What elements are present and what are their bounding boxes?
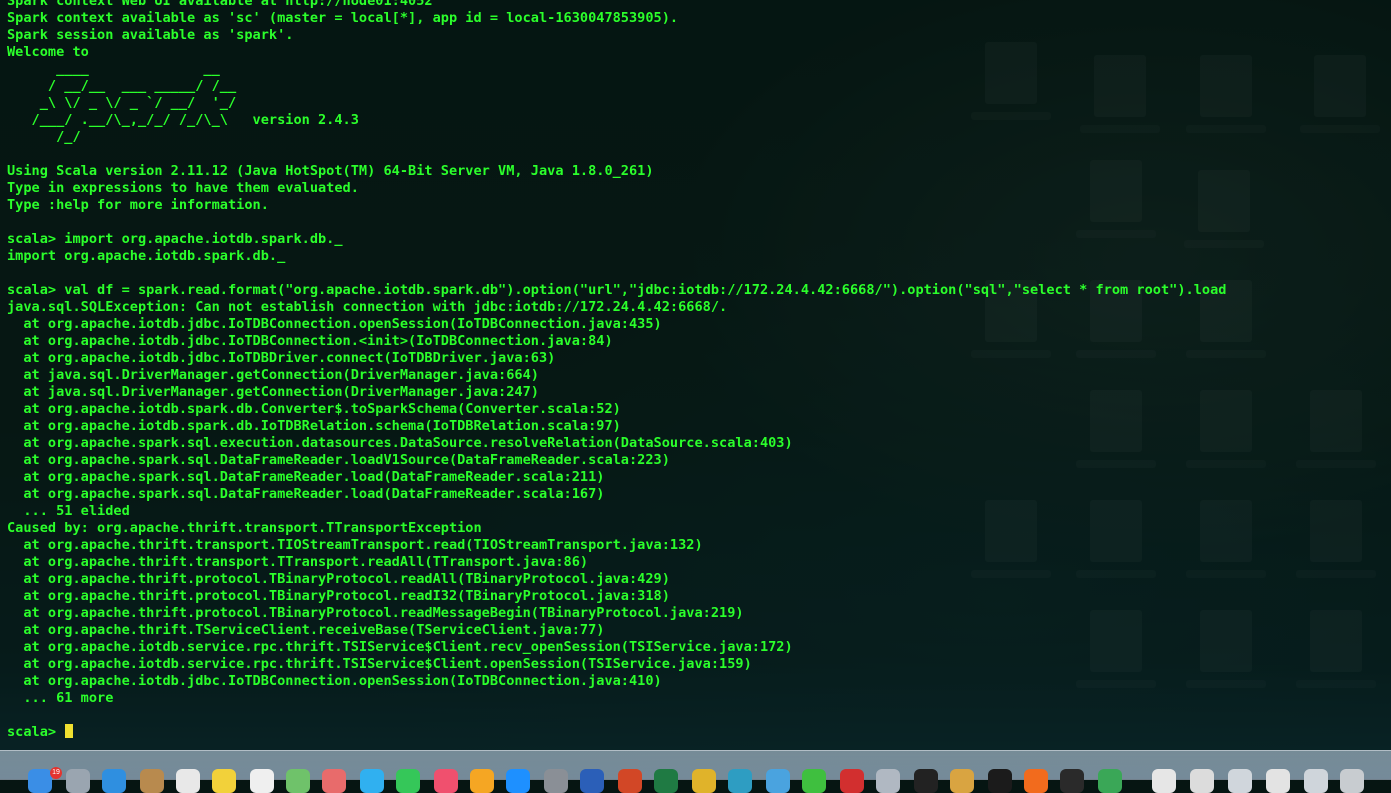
document-icon[interactable] bbox=[1266, 769, 1290, 793]
archive-icon[interactable] bbox=[950, 769, 974, 793]
finder-icon[interactable] bbox=[28, 769, 52, 793]
terminal-line: Using Scala version 2.11.12 (Java HotSpo… bbox=[7, 163, 654, 179]
keychain-icon[interactable] bbox=[692, 769, 716, 793]
document-icon[interactable] bbox=[1190, 769, 1214, 793]
stacktrace-line: at org.apache.iotdb.jdbc.IoTDBDriver.con… bbox=[7, 350, 556, 366]
terminal-command-line: scala> val df = spark.read.format("org.a… bbox=[7, 282, 1227, 298]
books-icon[interactable] bbox=[470, 769, 494, 793]
stacktrace-line: at org.apache.spark.sql.DataFrameReader.… bbox=[7, 486, 605, 502]
photos-icon[interactable] bbox=[322, 769, 346, 793]
trash-icon[interactable] bbox=[1340, 769, 1364, 793]
terminal-line: import org.apache.iotdb.spark.db._ bbox=[7, 248, 286, 264]
reminders-icon[interactable] bbox=[250, 769, 274, 793]
document-icon[interactable] bbox=[1304, 769, 1328, 793]
stacktrace-line: at org.apache.iotdb.spark.db.IoTDBRelati… bbox=[7, 418, 621, 434]
stacktrace-line: at org.apache.spark.sql.DataFrameReader.… bbox=[7, 452, 670, 468]
dock: 19 bbox=[0, 750, 1391, 793]
stacktrace-line: at java.sql.DriverManager.getConnection(… bbox=[7, 384, 539, 400]
error-line: Caused by: org.apache.thrift.transport.T… bbox=[7, 520, 482, 536]
stacktrace-line: ... 51 elided bbox=[7, 503, 130, 519]
excel-icon[interactable] bbox=[654, 769, 678, 793]
terminal-output: Spark context Web UI available at http:/… bbox=[7, 0, 1226, 741]
wechat-icon[interactable] bbox=[802, 769, 826, 793]
text-cursor bbox=[65, 724, 74, 738]
activity-monitor-icon[interactable] bbox=[1060, 769, 1084, 793]
spark-logo-line: ____ __ bbox=[7, 61, 220, 77]
terminal-line: Spark context Web UI available at http:/… bbox=[7, 0, 433, 9]
preferences-icon[interactable] bbox=[544, 769, 568, 793]
stacktrace-line: at org.apache.thrift.protocol.TBinaryPro… bbox=[7, 571, 670, 587]
stacktrace-line: at java.sql.DriverManager.getConnection(… bbox=[7, 367, 539, 383]
music-icon[interactable] bbox=[434, 769, 458, 793]
stacktrace-line: at org.apache.iotdb.jdbc.IoTDBConnection… bbox=[7, 673, 662, 689]
terminal-prompt-line[interactable]: scala> bbox=[7, 724, 1226, 741]
error-line: java.sql.SQLException: Can not establish… bbox=[7, 299, 728, 315]
stacktrace-line: at org.apache.thrift.TServiceClient.rece… bbox=[7, 622, 605, 638]
spark-logo-line: /_/ bbox=[7, 129, 81, 145]
terminal-line: Spark session available as 'spark'. bbox=[7, 27, 294, 43]
maps-icon[interactable] bbox=[286, 769, 310, 793]
stacktrace-line: ... 61 more bbox=[7, 690, 114, 706]
terminal-icon[interactable] bbox=[988, 769, 1012, 793]
launchpad-icon[interactable] bbox=[66, 769, 90, 793]
powerpoint-icon[interactable] bbox=[618, 769, 642, 793]
facetime-icon[interactable] bbox=[396, 769, 420, 793]
qq-icon[interactable] bbox=[914, 769, 938, 793]
stacktrace-line: at org.apache.iotdb.service.rpc.thrift.T… bbox=[7, 656, 752, 672]
stickies-icon[interactable] bbox=[212, 769, 236, 793]
calendar-icon[interactable] bbox=[176, 769, 200, 793]
app-icon[interactable] bbox=[728, 769, 752, 793]
notes-icon[interactable] bbox=[140, 769, 164, 793]
stacktrace-line: at org.apache.iotdb.jdbc.IoTDBConnection… bbox=[7, 316, 662, 332]
stacktrace-line: at org.apache.iotdb.spark.db.Converter$.… bbox=[7, 401, 621, 417]
terminal-window[interactable]: Spark context Web UI available at http:/… bbox=[0, 0, 1391, 750]
chrome-icon[interactable] bbox=[1098, 769, 1122, 793]
spark-logo-line: _\ \/ _ \/ _ `/ __/ '_/ bbox=[7, 95, 237, 111]
terminal-command-line: scala> import org.apache.iotdb.spark.db.… bbox=[7, 231, 343, 247]
app-store-icon[interactable] bbox=[506, 769, 530, 793]
safari-icon[interactable] bbox=[102, 769, 126, 793]
terminal-line: Spark context available as 'sc' (master … bbox=[7, 10, 679, 26]
scala-prompt: scala> bbox=[7, 724, 65, 740]
stacktrace-line: at org.apache.iotdb.service.rpc.thrift.T… bbox=[7, 639, 793, 655]
search-icon[interactable] bbox=[876, 769, 900, 793]
messages-icon[interactable] bbox=[360, 769, 384, 793]
stacktrace-line: at org.apache.iotdb.jdbc.IoTDBConnection… bbox=[7, 333, 613, 349]
spark-logo-line: / __/__ ___ _____/ /__ bbox=[7, 78, 237, 94]
spark-logo-line: /___/ .__/\_,_/_/ /_/\_\ version 2.4.3 bbox=[7, 112, 359, 128]
app-icon[interactable] bbox=[766, 769, 790, 793]
stacktrace-line: at org.apache.thrift.transport.TTranspor… bbox=[7, 554, 589, 570]
word-icon[interactable] bbox=[580, 769, 604, 793]
app-icon[interactable] bbox=[840, 769, 864, 793]
document-icon[interactable] bbox=[1152, 769, 1176, 793]
mail-badge: 19 bbox=[50, 767, 62, 779]
terminal-line: Type in expressions to have them evaluat… bbox=[7, 180, 359, 196]
stacktrace-line: at org.apache.thrift.protocol.TBinaryPro… bbox=[7, 605, 744, 621]
stacktrace-line: at org.apache.thrift.protocol.TBinaryPro… bbox=[7, 588, 670, 604]
terminal-line: Welcome to bbox=[7, 44, 89, 60]
document-icon[interactable] bbox=[1228, 769, 1252, 793]
app-icon[interactable] bbox=[1024, 769, 1048, 793]
terminal-line: Type :help for more information. bbox=[7, 197, 269, 213]
stacktrace-line: at org.apache.spark.sql.execution.dataso… bbox=[7, 435, 793, 451]
stacktrace-line: at org.apache.thrift.transport.TIOStream… bbox=[7, 537, 703, 553]
stacktrace-line: at org.apache.spark.sql.DataFrameReader.… bbox=[7, 469, 605, 485]
